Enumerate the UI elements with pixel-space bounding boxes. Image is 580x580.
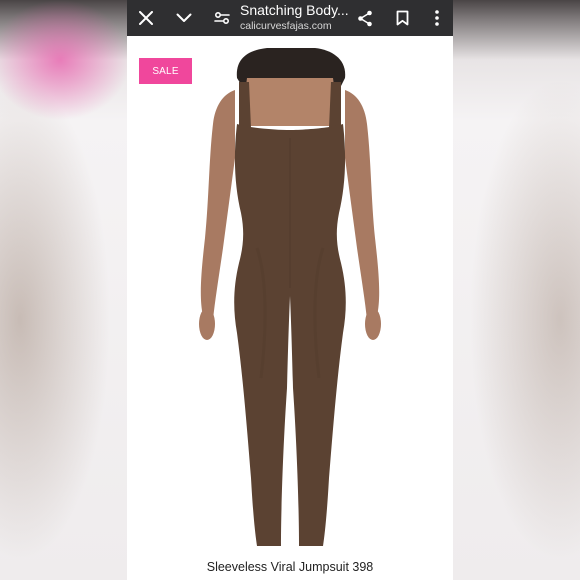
share-icon[interactable] <box>353 6 377 30</box>
product-image[interactable] <box>187 48 393 550</box>
page-title[interactable]: Snatching Body... <box>240 2 349 18</box>
sale-badge: SALE <box>139 58 192 84</box>
browser-toolbar: Snatching Body... calicurvesfajas.com <box>127 0 453 36</box>
close-icon[interactable] <box>134 6 158 30</box>
page-url[interactable]: calicurvesfajas.com <box>240 20 332 32</box>
bookmark-icon[interactable] <box>390 6 414 30</box>
product-title[interactable]: Sleeveless Viral Jumpsuit 398 <box>127 560 453 574</box>
more-vert-icon[interactable] <box>425 6 449 30</box>
page-settings-icon[interactable] <box>210 6 234 30</box>
chevron-down-icon[interactable] <box>172 6 196 30</box>
browser-screen: Snatching Body... calicurvesfajas.com SA… <box>127 0 453 580</box>
